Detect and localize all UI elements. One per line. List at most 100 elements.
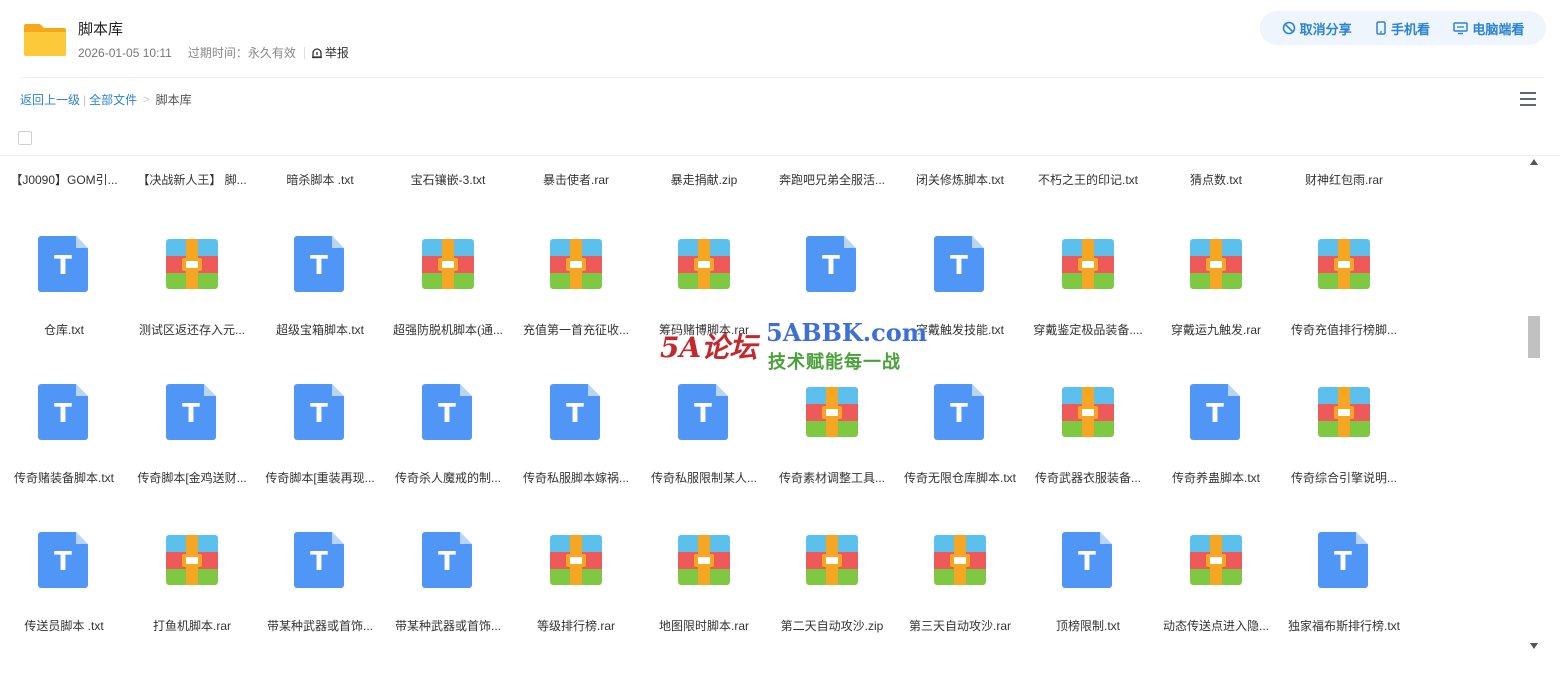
file-name[interactable]: 财神红包雨.rar <box>1280 171 1408 188</box>
vertical-scrollbar[interactable] <box>1526 156 1542 656</box>
file-name: 传奇武器衣服装备... <box>1034 471 1141 485</box>
txt-icon: T <box>678 384 730 440</box>
file-item[interactable]: T 传奇脚本[金鸡送财... <box>128 384 256 532</box>
scroll-down-icon[interactable] <box>1530 643 1538 649</box>
file-name[interactable]: 暗杀脚本 .txt <box>256 171 384 188</box>
scroll-up-icon[interactable] <box>1530 159 1538 165</box>
expire-label: 过期时间： <box>187 46 248 60</box>
rar-icon <box>678 532 730 588</box>
file-name[interactable]: 不朽之王的印记.txt <box>1024 171 1152 188</box>
file-item[interactable]: T 传奇养蛊脚本.txt <box>1152 384 1280 532</box>
file-name[interactable]: 暴走捐献.zip <box>640 171 768 188</box>
file-item[interactable]: T 传送员脚本 .txt <box>0 532 128 680</box>
file-name: 传奇素材调整工具... <box>778 471 885 485</box>
file-name: 筹码赌博脚本.rar <box>658 323 749 337</box>
expire-value: 永久有效 <box>247 46 296 60</box>
txt-letter: T <box>1334 547 1352 577</box>
file-name[interactable]: 暴击使者.rar <box>512 171 640 188</box>
file-item[interactable]: 超强防脱机脚本(通... <box>384 236 512 384</box>
txt-letter: T <box>182 399 200 429</box>
file-item[interactable]: 地图限时脚本.rar <box>640 532 768 680</box>
txt-icon: T <box>550 384 602 440</box>
file-name: 传奇无限仓库脚本.txt <box>903 471 1016 485</box>
file-name: 测试区返还存入元... <box>138 323 245 337</box>
txt-letter: T <box>54 399 72 429</box>
file-item[interactable]: T 传奇无限仓库脚本.txt <box>896 384 1024 532</box>
file-item[interactable]: T 传奇脚本[重装再现... <box>256 384 384 532</box>
select-all-checkbox[interactable] <box>18 131 32 145</box>
txt-letter: T <box>822 251 840 281</box>
txt-letter: T <box>1078 547 1096 577</box>
file-item[interactable]: 动态传送点进入隐... <box>1152 532 1280 680</box>
file-item[interactable]: 第二天自动攻沙.zip <box>768 532 896 680</box>
file-item[interactable]: 筹码赌博脚本.rar <box>640 236 768 384</box>
file-name[interactable]: 猜点数.txt <box>1152 171 1280 188</box>
txt-icon: T <box>1190 384 1242 440</box>
file-name[interactable]: 闭关修炼脚本.txt <box>896 171 1024 188</box>
file-name[interactable]: 【J0090】GOM引... <box>0 171 128 188</box>
file-name: 地图限时脚本.rar <box>658 619 749 633</box>
folder-icon <box>24 24 66 56</box>
rar-icon <box>806 384 858 440</box>
file-item[interactable]: 穿戴运九触发.rar <box>1152 236 1280 384</box>
back-link[interactable]: 返回上一级 <box>20 91 80 108</box>
file-item[interactable]: 穿戴鉴定极品装备.... <box>1024 236 1152 384</box>
txt-letter: T <box>310 399 328 429</box>
file-row: T 仓库.txt 测试区返还存入元... T 超级宝箱脚本.txt 超强防脱机脚本(通..… <box>0 236 1522 384</box>
file-name: 传奇脚本[重装再现... <box>265 471 375 485</box>
report-icon <box>311 47 322 58</box>
report-label: 举报 <box>324 46 349 60</box>
file-name[interactable]: 【决战新人王】 脚... <box>128 171 256 188</box>
cancel-share-button[interactable]: 取消分享 <box>1282 19 1352 38</box>
mobile-view-label: 手机看 <box>1390 21 1430 37</box>
file-item[interactable]: 第三天自动攻沙.rar <box>896 532 1024 680</box>
file-item[interactable]: 传奇武器衣服装备... <box>1024 384 1152 532</box>
file-item[interactable]: T 传奇赌装备脚本.txt <box>0 384 128 532</box>
share-actions: 取消分享 手机看 电脑端看 <box>1260 11 1546 45</box>
txt-icon: T <box>934 384 986 440</box>
file-item[interactable]: T 传奇杀人魔戒的制... <box>384 384 512 532</box>
txt-icon: T <box>422 384 474 440</box>
chevron-right-icon: > <box>143 93 150 106</box>
rar-icon <box>550 532 602 588</box>
breadcrumb: 返回上一级 | 全部文件 > 脚本库 <box>20 91 192 108</box>
file-item[interactable]: T 超级宝箱脚本.txt <box>256 236 384 384</box>
report-button[interactable]: 举报 <box>311 44 349 61</box>
file-item[interactable]: 打鱼机脚本.rar <box>128 532 256 680</box>
file-item[interactable]: T 穿戴触发技能.txt <box>896 236 1024 384</box>
file-item[interactable]: 充值第一首充征收... <box>512 236 640 384</box>
file-name[interactable]: 宝石镶嵌-3.txt <box>384 171 512 188</box>
file-item[interactable]: 传奇充值排行榜脚... <box>1280 236 1408 384</box>
file-item[interactable]: T <box>768 236 896 384</box>
scroll-thumb[interactable] <box>1528 316 1540 358</box>
file-item[interactable]: 传奇综合引擎说明... <box>1280 384 1408 532</box>
txt-letter: T <box>438 399 456 429</box>
cancel-share-label: 取消分享 <box>1299 21 1352 37</box>
all-files-link[interactable]: 全部文件 <box>89 91 137 108</box>
txt-letter: T <box>438 547 456 577</box>
share-header: 脚本库 2026-01-05 10:11 过期时间： 永久有效 举报 取消分享 <box>0 0 1560 78</box>
file-row-partial: 【J0090】GOM引... 【决战新人王】 脚... 暗杀脚本 .txt 宝石镶嵌-… <box>0 156 1522 196</box>
rar-icon <box>1062 236 1114 292</box>
file-item[interactable]: 等级排行榜.rar <box>512 532 640 680</box>
txt-icon: T <box>806 236 858 292</box>
file-item[interactable]: T 仓库.txt <box>0 236 128 384</box>
file-item[interactable]: 传奇素材调整工具... <box>768 384 896 532</box>
txt-letter: T <box>950 251 968 281</box>
file-item[interactable]: T 带某种武器或首饰... <box>384 532 512 680</box>
file-item[interactable]: T 顶榜限制.txt <box>1024 532 1152 680</box>
list-view-icon[interactable] <box>1519 91 1537 107</box>
file-name: 穿戴运九触发.rar <box>1170 323 1261 337</box>
file-name: 带某种武器或首饰... <box>394 619 501 633</box>
txt-icon: T <box>1318 532 1370 588</box>
file-item[interactable]: T 传奇私服脚本嫁祸... <box>512 384 640 532</box>
pc-view-button[interactable]: 电脑端看 <box>1453 19 1524 38</box>
file-item[interactable]: 测试区返还存入元... <box>128 236 256 384</box>
rar-icon <box>1190 236 1242 292</box>
file-item[interactable]: T 独家福布斯排行榜.txt <box>1280 532 1408 680</box>
file-name[interactable]: 奔跑吧兄弟全服活... <box>768 171 896 188</box>
mobile-view-button[interactable]: 手机看 <box>1375 19 1430 38</box>
file-row: T 传送员脚本 .txt 打鱼机脚本.rar T 带某种武器或首饰... T 带某种武器或首… <box>0 532 1522 680</box>
file-item[interactable]: T 带某种武器或首饰... <box>256 532 384 680</box>
file-item[interactable]: T 传奇私服限制某人... <box>640 384 768 532</box>
